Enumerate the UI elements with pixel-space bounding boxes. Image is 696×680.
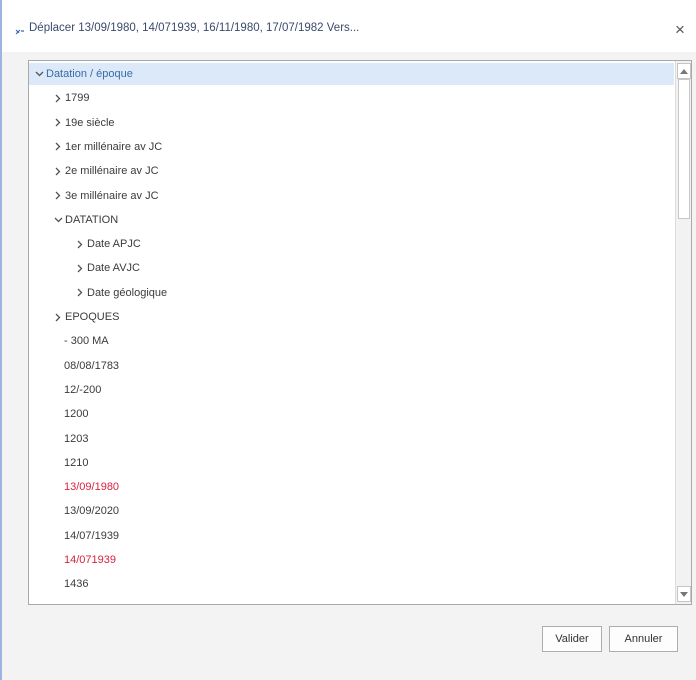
tree-item[interactable]: 19e siècle [29, 112, 669, 134]
tree-item[interactable]: 13/09/2020 [29, 500, 669, 522]
cancel-button[interactable]: Annuler [609, 626, 678, 652]
tree-item[interactable]: Date géologique [29, 282, 669, 304]
tree-item-label: Date APJC [87, 238, 141, 251]
chevron-right-icon[interactable] [52, 306, 64, 328]
title-bar: Déplacer 13/09/1980, 14/071939, 16/11/19… [2, 8, 696, 52]
tree-item[interactable]: 1799 [29, 87, 669, 109]
tree-item[interactable]: 12/-200 [29, 379, 669, 401]
tree-item-label: 1er millénaire av JC [65, 140, 163, 153]
tree-item[interactable]: 08/08/1783 [29, 355, 669, 377]
tree-item[interactable]: 14/071939 [29, 549, 669, 571]
tree-item[interactable]: 1447 [29, 598, 669, 604]
tree-item-label: 1210 [64, 456, 89, 469]
scroll-down-button[interactable] [677, 586, 691, 602]
validate-button[interactable]: Valider [542, 626, 602, 652]
chevron-right-icon[interactable] [52, 112, 64, 134]
tree-item[interactable]: 1200 [29, 403, 669, 425]
tree-item-label: Date géologique [87, 286, 168, 299]
vertical-scrollbar[interactable] [675, 61, 691, 604]
tree-item[interactable]: 2e millénaire av JC [29, 160, 669, 182]
scroll-up-button[interactable] [677, 63, 691, 79]
tree-item-label: 13/09/2020 [64, 505, 120, 518]
tree-item[interactable]: 1436 [29, 573, 669, 595]
tree-item-label: EPOQUES [65, 311, 120, 323]
tree-item[interactable]: 13/09/1980 [29, 476, 669, 498]
tree-view[interactable]: Datation / époque 1799 19e siècle 1er millé… [28, 60, 692, 605]
tree-item-label: 08/08/1783 [64, 359, 120, 372]
tree-item-label: 13/09/1980 [64, 481, 120, 494]
tree-item[interactable]: Date APJC [29, 233, 669, 255]
scroll-up-arrow-icon [680, 68, 688, 74]
move-icon [15, 29, 24, 35]
chevron-right-icon[interactable] [74, 257, 86, 279]
tree-item-label: 2e millénaire av JC [65, 165, 159, 178]
tree-item[interactable]: 1203 [29, 428, 669, 450]
close-button[interactable]: × [668, 18, 692, 42]
tree-item-label: 14/07/1939 [64, 529, 120, 542]
close-icon[interactable]: × [675, 20, 685, 39]
chevron-right-icon[interactable] [52, 160, 64, 182]
tree-item-label: 1203 [64, 432, 89, 445]
tree-item-label: 12/-200 [64, 383, 102, 396]
tree-item-label: Datation / époque [46, 68, 133, 80]
scroll-down-arrow-icon [680, 591, 688, 597]
chevron-right-icon[interactable] [52, 87, 64, 109]
tree-item-label: Date AVJC [87, 262, 140, 275]
tree-item-label: 19e siècle [65, 116, 115, 129]
tree-item[interactable]: Datation / époque [29, 63, 674, 85]
tree-item-label: 1436 [64, 578, 89, 591]
dialog-title: Déplacer 13/09/1980, 14/071939, 16/11/19… [29, 22, 360, 34]
tree-item-label: DATATION [65, 213, 119, 226]
tree-item[interactable]: 1210 [29, 452, 669, 474]
chevron-down-icon[interactable] [33, 63, 45, 85]
tree-item[interactable]: 3e millénaire av JC [29, 185, 669, 207]
chevron-right-icon[interactable] [52, 136, 64, 158]
tree-item-label: 14/071939 [64, 554, 116, 566]
chevron-right-icon[interactable] [52, 185, 64, 207]
scroll-thumb[interactable] [678, 79, 690, 219]
chevron-right-icon[interactable] [74, 282, 86, 304]
tree-item-label: - 300 MA [64, 335, 109, 348]
tree-item-label: 1447 [64, 598, 88, 604]
tree-item-label: 1799 [65, 92, 90, 105]
tree-item[interactable]: - 300 MA [29, 330, 669, 352]
tree-item-label: 3e millénaire av JC [65, 189, 159, 202]
chevron-down-icon[interactable] [52, 209, 64, 231]
move-dialog: Déplacer 13/09/1980, 14/071939, 16/11/19… [0, 0, 696, 680]
chevron-right-icon[interactable] [74, 233, 86, 255]
tree-item[interactable]: DATATION [29, 209, 669, 231]
tree-item[interactable]: EPOQUES [29, 306, 669, 328]
tree-item-label: 1200 [64, 408, 89, 421]
tree-item[interactable]: 1er millénaire av JC [29, 136, 669, 158]
tree-item[interactable]: 14/07/1939 [29, 525, 669, 547]
tree-item[interactable]: Date AVJC [29, 257, 669, 279]
